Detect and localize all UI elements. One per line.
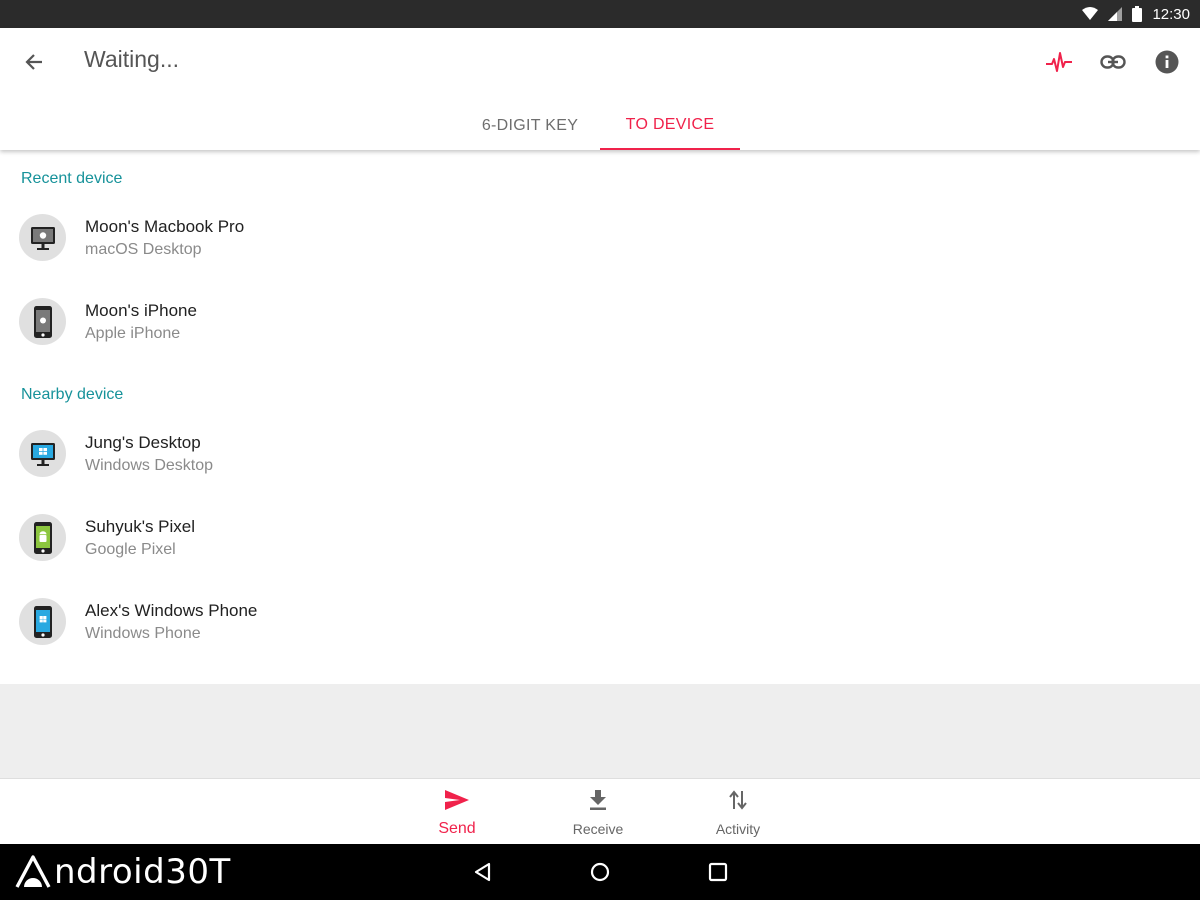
app-bar: Waiting... 6-DIGIT KEY TO DEVICE [0,28,1200,150]
device-type: Google Pixel [85,541,176,558]
link-icon [1100,55,1126,69]
device-row[interactable]: Jung's Desktop Windows Desktop [0,414,1200,498]
status-icons: 12:30 [1082,0,1190,28]
empty-area [0,684,1200,778]
nav-label: Send [438,820,476,837]
system-home-button[interactable] [582,856,618,888]
arrow-back-icon [25,54,42,70]
device-list: Recent device Moon's Macbook Pro macOS D… [0,150,1200,684]
system-recents-button[interactable] [700,856,736,888]
swap-vertical-icon [729,790,747,810]
device-row[interactable]: Suhyuk's Pixel Google Pixel [0,498,1200,582]
device-avatar [19,598,66,645]
tab-bar: 6-DIGIT KEY TO DEVICE [0,102,1200,150]
device-name: Jung's Desktop [85,433,201,452]
pulse-icon [1046,52,1072,72]
device-name: Moon's iPhone [85,301,197,320]
iphone-icon [33,305,52,338]
back-button[interactable] [14,44,54,80]
device-name: Moon's Macbook Pro [85,217,245,236]
device-avatar [19,298,66,345]
square-recents-icon [708,862,728,882]
battery-icon [1132,6,1143,22]
device-avatar [19,214,66,261]
page-title: Waiting... [84,46,180,72]
nav-activity[interactable]: Activity [683,779,793,845]
bottom-navigation: Send Receive Activity [0,778,1200,844]
send-icon [445,790,469,810]
nav-receive[interactable]: Receive [543,779,653,845]
system-back-button[interactable] [464,856,500,888]
tab-6-digit-key[interactable]: 6-DIGIT KEY [460,102,600,150]
windows-phone-icon [33,605,52,638]
nav-label: Activity [715,821,761,837]
nav-send[interactable]: Send [402,779,512,845]
device-avatar [19,514,66,561]
watermark: ndroid30T [14,852,231,892]
tab-to-device[interactable]: TO DEVICE [600,102,740,150]
android-logo-icon [15,855,51,888]
triangle-back-icon [474,862,491,882]
device-row[interactable]: Moon's iPhone Apple iPhone [0,282,1200,366]
android-phone-icon [33,521,52,554]
info-icon [1155,50,1179,74]
activity-pulse-button[interactable] [1041,44,1077,80]
signal-icon [1108,7,1123,21]
system-navigation-bar: ndroid30T [0,844,1200,900]
section-header-recent: Recent device [21,170,123,187]
circle-home-icon [590,862,610,882]
device-row[interactable]: Moon's Macbook Pro macOS Desktop [0,198,1200,282]
status-time: 12:30 [1152,5,1190,23]
device-type: Apple iPhone [85,325,181,342]
download-icon [590,790,606,810]
device-avatar [19,430,66,477]
wifi-icon [1082,7,1099,20]
status-bar: 12:30 [0,0,1200,28]
link-button[interactable] [1095,44,1131,80]
nav-label: Receive [572,821,624,837]
device-type: Windows Desktop [85,457,214,474]
info-button[interactable] [1149,44,1185,80]
watermark-text: ndroid30T [54,852,231,892]
mac-desktop-icon [30,226,55,250]
device-name: Suhyuk's Pixel [85,517,196,536]
device-type: macOS Desktop [85,241,202,258]
device-row[interactable]: Alex's Windows Phone Windows Phone [0,582,1200,666]
device-type: Windows Phone [85,625,201,642]
section-header-nearby: Nearby device [21,386,124,403]
device-name: Alex's Windows Phone [85,601,258,620]
windows-desktop-icon [30,442,55,466]
